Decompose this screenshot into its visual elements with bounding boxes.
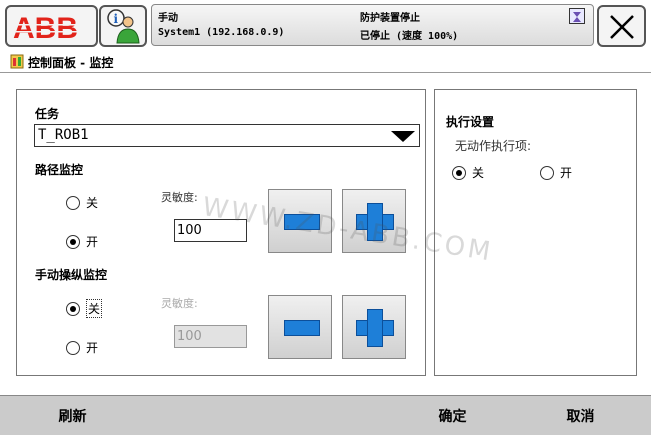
task-value: T_ROB1 <box>38 127 89 143</box>
status-panel[interactable]: 手动 System1 (192.168.0.9) 防护装置停止 已停止 (速度 … <box>151 4 594 46</box>
jog-on-radio[interactable]: 开 <box>66 339 98 356</box>
radio-label: 开 <box>86 235 99 249</box>
svg-text:ABB: ABB <box>13 12 78 43</box>
task-dropdown[interactable]: T_ROB1 <box>34 124 420 147</box>
cancel-button[interactable]: 取消 <box>510 396 651 435</box>
breadcrumb: 控制面板 - 监控 <box>0 51 651 73</box>
user-info-button[interactable]: i <box>99 5 147 47</box>
radio-label: 关 <box>86 299 103 318</box>
jog-supervision-title: 手动操纵监控 <box>35 268 108 282</box>
path-off-radio[interactable]: 关 <box>66 194 98 211</box>
system-name: System1 (192.168.0.9) <box>158 27 285 38</box>
path-sensitivity-label: 灵敏度: <box>161 191 198 204</box>
radio-dot <box>66 301 80 316</box>
radio-dot <box>66 340 80 355</box>
radio-label: 开 <box>560 166 573 180</box>
close-icon <box>610 15 634 39</box>
radio-label: 开 <box>86 341 99 355</box>
path-on-radio[interactable]: 开 <box>66 233 98 250</box>
jog-sensitivity-label: 灵敏度: <box>161 297 198 310</box>
jog-increase-button[interactable] <box>342 295 406 359</box>
jog-sensitivity-input <box>174 325 247 348</box>
ok-button[interactable]: 确定 <box>380 396 525 435</box>
page-title: 控制面板 - 监控 <box>28 56 114 70</box>
guard-status: 防护装置停止 <box>360 13 420 24</box>
chevron-down-icon[interactable] <box>391 131 415 142</box>
jog-decrease-button[interactable] <box>268 295 332 359</box>
top-bar: ABB i 手动 System1 (192.168.0.9) 防护装置停止 已停… <box>0 0 651 50</box>
refresh-button[interactable]: 刷新 <box>0 396 145 435</box>
radio-dot <box>66 234 80 249</box>
abb-menu-button[interactable]: ABB <box>5 5 98 47</box>
execution-on-radio[interactable]: 开 <box>540 164 572 181</box>
bottom-bar: 刷新 确定 取消 <box>0 395 651 435</box>
control-panel-icon <box>10 54 24 69</box>
execution-off-radio[interactable]: 关 <box>452 164 484 181</box>
task-label: 任务 <box>35 107 60 121</box>
radio-dot <box>540 165 554 180</box>
jog-off-radio[interactable]: 关 <box>66 299 103 318</box>
svg-text:i: i <box>114 12 119 26</box>
radio-label: 关 <box>472 166 485 180</box>
quickset-icon[interactable] <box>569 8 585 24</box>
abb-logo: ABB <box>11 12 95 43</box>
user-info-icon: i <box>107 9 140 44</box>
execution-settings-title: 执行设置 <box>446 115 495 129</box>
radio-label: 关 <box>86 196 99 210</box>
radio-dot <box>452 165 466 180</box>
non-motion-execution-label: 无动作执行项: <box>455 139 532 153</box>
path-supervision-title: 路径监控 <box>35 163 84 177</box>
radio-dot <box>66 195 80 210</box>
speed-status: 已停止 (速度 100%) <box>360 31 459 42</box>
operating-mode: 手动 <box>158 13 178 24</box>
close-button[interactable] <box>597 5 646 47</box>
